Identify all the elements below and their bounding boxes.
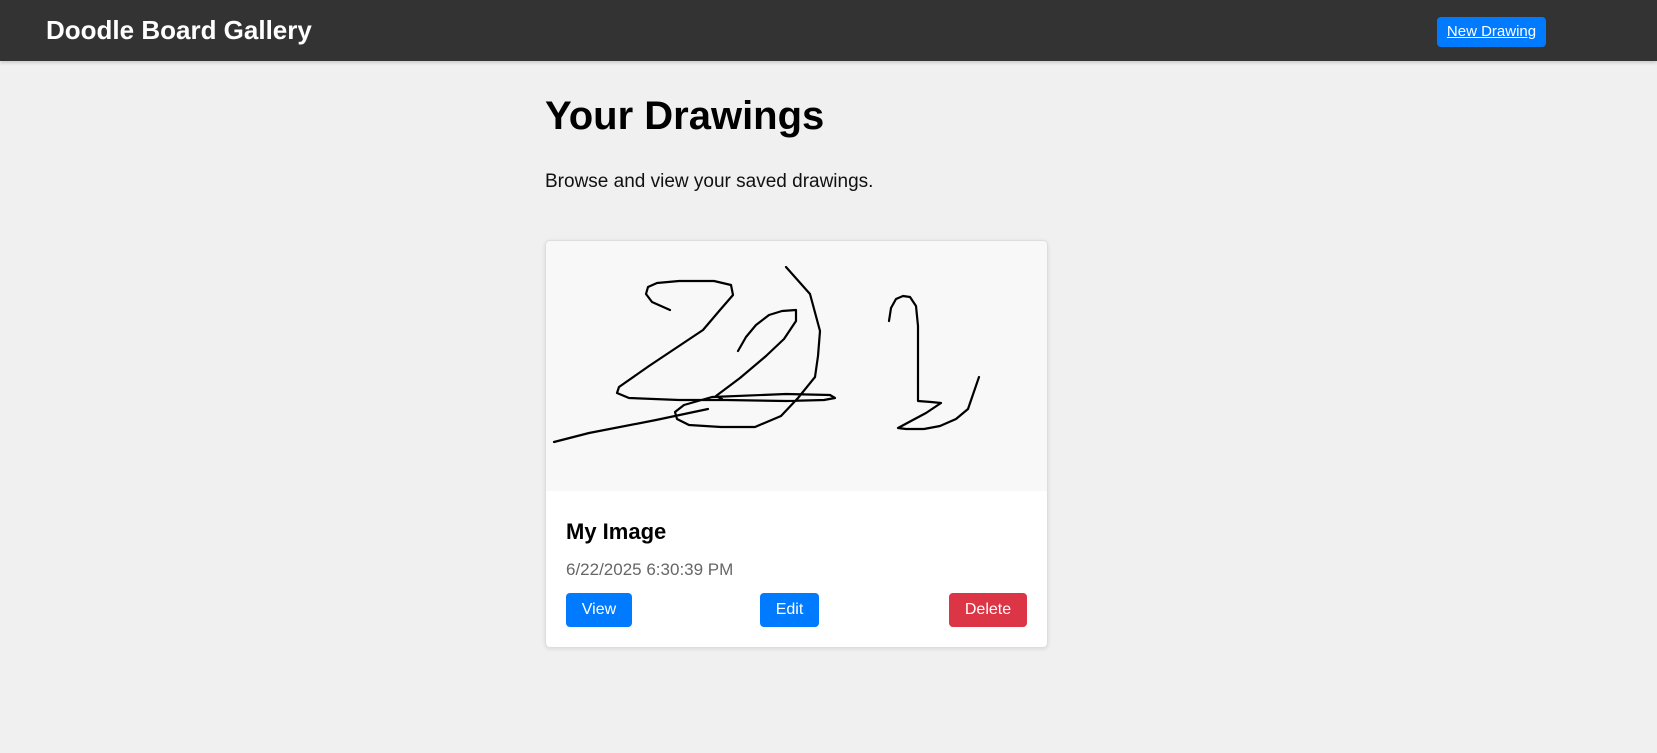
edit-button[interactable]: Edit <box>760 593 819 627</box>
new-drawing-button[interactable]: New Drawing <box>1437 17 1546 47</box>
page-title: Your Drawings <box>545 94 825 138</box>
drawing-card: My Image 6/22/2025 6:30:39 PM View Edit … <box>545 240 1048 648</box>
top-navbar: Doodle Board Gallery New Drawing <box>0 0 1657 61</box>
delete-button[interactable]: Delete <box>949 593 1027 627</box>
page-subtitle: Browse and view your saved drawings. <box>545 171 874 192</box>
app-title: Doodle Board Gallery <box>46 15 312 45</box>
drawing-date: 6/22/2025 6:30:39 PM <box>566 560 734 579</box>
view-button[interactable]: View <box>566 593 632 627</box>
drawing-name: My Image <box>566 519 667 544</box>
drawing-thumbnail[interactable] <box>546 241 1047 491</box>
doodle-image <box>552 265 981 444</box>
